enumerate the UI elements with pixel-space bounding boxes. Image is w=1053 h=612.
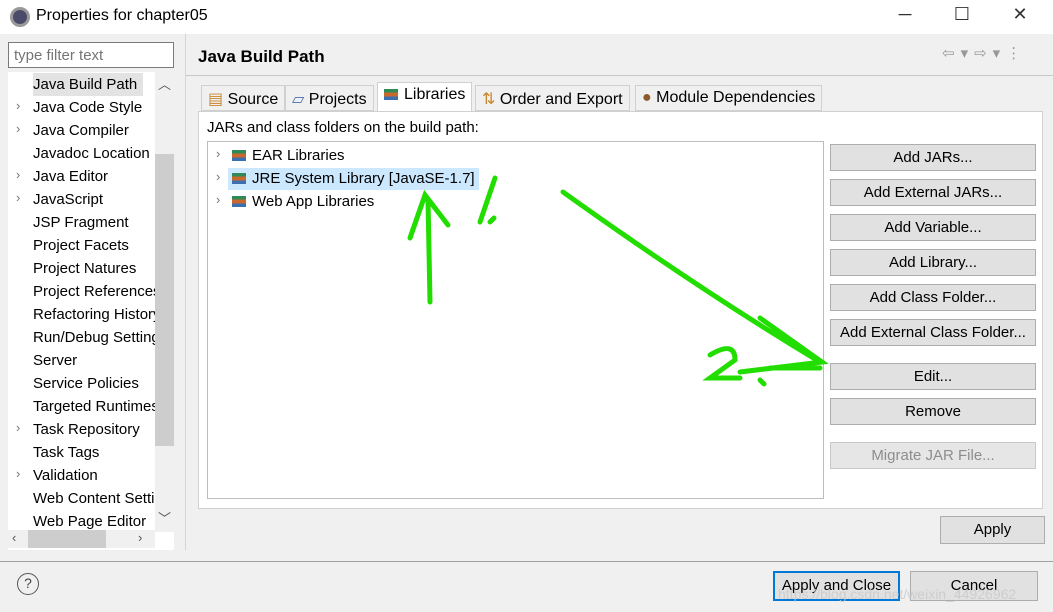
annotation-mark-1 [477, 175, 498, 225]
annotation-overlay [407, 175, 829, 387]
annotation-arrow-1 [407, 189, 451, 305]
annotation-arrow-2 [560, 189, 829, 375]
